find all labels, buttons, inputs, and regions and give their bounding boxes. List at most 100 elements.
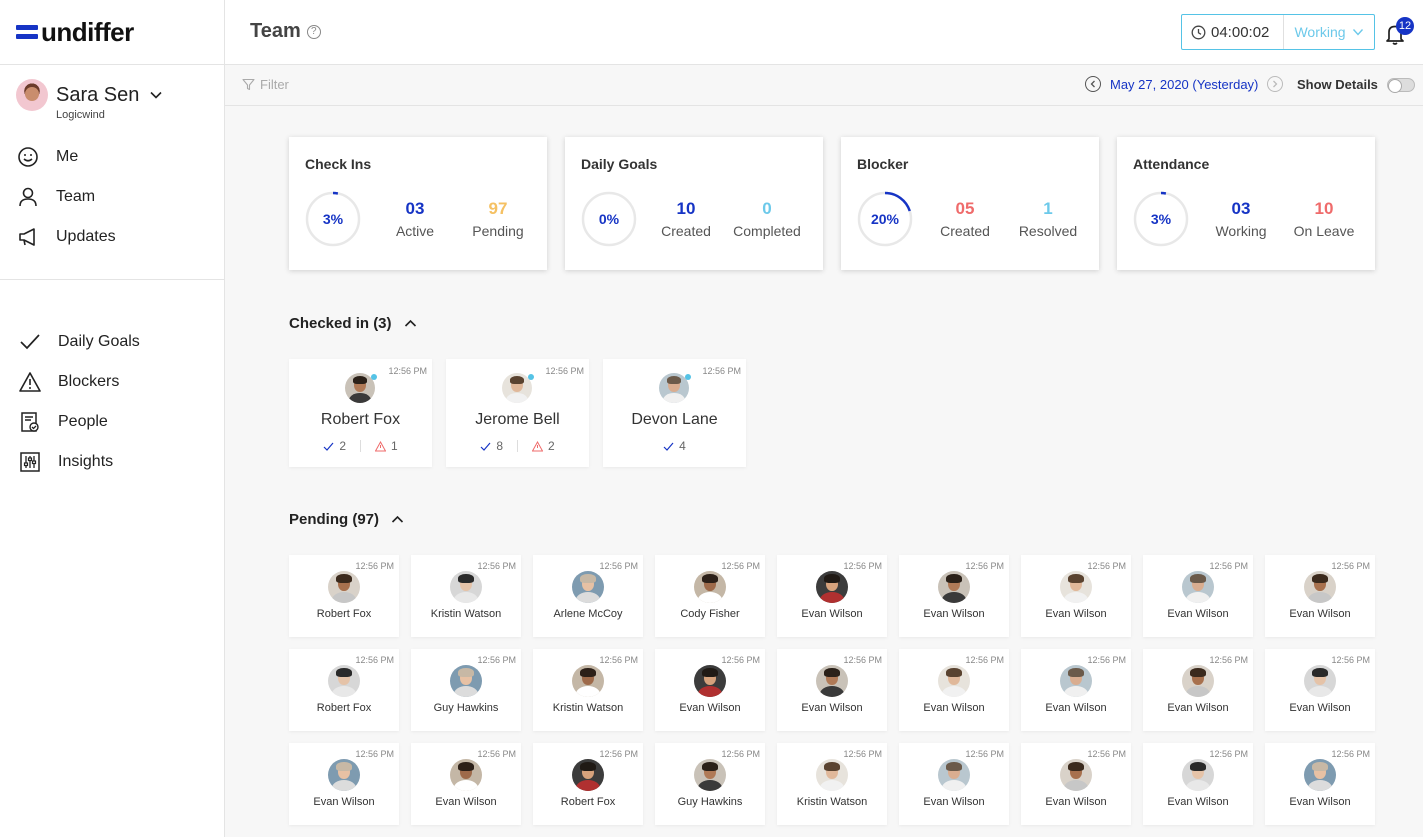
avatar <box>938 571 970 603</box>
stat-card-daily-goals[interactable]: Daily Goals 0% 10 Created 0 Completed <box>565 137 823 270</box>
user-icon <box>16 185 40 209</box>
nav-item-me[interactable]: Me <box>16 137 208 177</box>
nav-item-team[interactable]: Team <box>16 177 208 217</box>
person-name: Evan Wilson <box>1045 796 1107 808</box>
pending-card[interactable]: 12:56 PM Evan Wilson <box>777 649 887 731</box>
person-name: Kristin Watson <box>430 608 502 620</box>
logo[interactable]: undiffer <box>0 0 224 65</box>
blocker-count-text: 1 <box>391 439 398 453</box>
avatar <box>1304 665 1336 697</box>
nav-item-updates[interactable]: Updates <box>16 217 208 257</box>
nav-item-insights[interactable]: Insights <box>18 442 208 482</box>
pending-time: 12:56 PM <box>1087 655 1126 665</box>
profile-switcher[interactable]: Sara Sen <box>16 79 208 111</box>
date-label[interactable]: May 27, 2020 (Yesterday) <box>1110 77 1258 92</box>
pending-card[interactable]: 12:56 PM Evan Wilson <box>1143 743 1253 825</box>
pending-card[interactable]: 12:56 PM Evan Wilson <box>289 743 399 825</box>
pending-card[interactable]: 12:56 PM Evan Wilson <box>1143 555 1253 637</box>
pending-card[interactable]: 12:56 PM Guy Hawkins <box>655 743 765 825</box>
prev-date-button[interactable] <box>1085 76 1101 92</box>
nav-item-daily-goals[interactable]: Daily Goals <box>18 322 208 362</box>
pending-card[interactable]: 12:56 PM Evan Wilson <box>899 743 1009 825</box>
nav-item-blockers[interactable]: Blockers <box>18 362 208 402</box>
check-icon <box>323 442 334 451</box>
clock-icon <box>1191 25 1206 39</box>
check-icon <box>480 442 491 451</box>
pending-card[interactable]: 12:56 PM Evan Wilson <box>411 743 521 825</box>
person-name: Evan Wilson <box>1289 702 1351 714</box>
nav-item-people[interactable]: People <box>18 402 208 442</box>
pending-time: 12:56 PM <box>1209 561 1248 571</box>
pending-card[interactable]: 12:56 PM Evan Wilson <box>899 649 1009 731</box>
pending-card[interactable]: 12:56 PM Robert Fox <box>533 743 643 825</box>
filter-icon <box>242 78 255 91</box>
avatar <box>572 571 604 603</box>
pending-card[interactable]: 12:56 PM Guy Hawkins <box>411 649 521 731</box>
checked-in-card[interactable]: 12:56 PM Robert Fox 2 1 <box>289 359 432 467</box>
checked-in-card[interactable]: 12:56 PM Jerome Bell 8 2 <box>446 359 589 467</box>
pending-card[interactable]: 12:56 PM Kristin Watson <box>777 743 887 825</box>
avatar <box>1182 665 1214 697</box>
help-icon[interactable]: ? <box>306 24 321 39</box>
stat-value: 10 <box>1314 199 1334 218</box>
pending-card[interactable]: 12:56 PM Cody Fisher <box>655 555 765 637</box>
person-name: Kristin Watson <box>796 796 868 808</box>
user-org: Logicwind <box>56 109 105 121</box>
filter-button[interactable]: Filter <box>242 77 289 92</box>
next-date-button[interactable] <box>1267 76 1284 92</box>
stat-card-check-ins[interactable]: Check Ins 3% 03 Active 97 Pending <box>289 137 547 270</box>
show-details-toggle[interactable] <box>1386 77 1415 93</box>
avatar <box>450 665 482 697</box>
goal-count: 4 <box>663 439 686 453</box>
stat-card-blocker[interactable]: Blocker 20% 05 Created 1 Resolved <box>841 137 1099 270</box>
pending-card[interactable]: 12:56 PM Robert Fox <box>289 649 399 731</box>
progress-percent: 3% <box>322 211 344 227</box>
divider <box>360 440 361 452</box>
megaphone-icon <box>16 225 40 249</box>
page-title-text: Team <box>250 20 301 42</box>
stat-label: Resolved <box>1018 223 1078 239</box>
user-name: Sara Sen <box>56 83 140 106</box>
pending-header[interactable]: Pending (97) <box>289 511 404 528</box>
status-dropdown[interactable]: Working <box>1284 24 1374 40</box>
goal-count: 8 <box>480 439 503 453</box>
checkin-time: 12:56 PM <box>545 366 584 376</box>
pending-card[interactable]: 12:56 PM Arlene McCoy <box>533 555 643 637</box>
online-indicator <box>528 374 534 380</box>
stat-value: 10 <box>676 199 696 218</box>
goal-count-text: 2 <box>339 439 346 453</box>
pending-card[interactable]: 12:56 PM Evan Wilson <box>1021 555 1131 637</box>
chevron-up-icon <box>404 319 416 327</box>
smile-icon <box>16 145 40 169</box>
pending-card[interactable]: 12:56 PM Evan Wilson <box>899 555 1009 637</box>
pending-card[interactable]: 12:56 PM Evan Wilson <box>1143 649 1253 731</box>
pending-card[interactable]: 12:56 PM Evan Wilson <box>1265 743 1375 825</box>
pending-card[interactable]: 12:56 PM Evan Wilson <box>655 649 765 731</box>
pending-card[interactable]: 12:56 PM Kristin Watson <box>411 555 521 637</box>
avatar <box>1304 759 1336 791</box>
nav-label: Insights <box>58 453 114 470</box>
avatar <box>816 571 848 603</box>
pending-card[interactable]: 12:56 PM Evan Wilson <box>1265 649 1375 731</box>
timer-display: 04:00:02 <box>1182 15 1284 49</box>
pending-card[interactable]: 12:56 PM Evan Wilson <box>1021 649 1131 731</box>
timer-text: 04:00:02 <box>1211 23 1270 41</box>
pending-card[interactable]: 12:56 PM Kristin Watson <box>533 649 643 731</box>
nav-label: Updates <box>56 228 116 245</box>
logo-text: undiffer <box>41 16 134 47</box>
checked-in-card[interactable]: 12:56 PM Devon Lane 4 <box>603 359 746 467</box>
warning-icon <box>18 370 42 394</box>
filter-label: Filter <box>260 77 289 92</box>
pending-card[interactable]: 12:56 PM Robert Fox <box>289 555 399 637</box>
person-name: Evan Wilson <box>1045 702 1107 714</box>
check-icon <box>663 442 674 451</box>
section-title-text: Pending (97) <box>289 511 380 528</box>
pending-card[interactable]: 12:56 PM Evan Wilson <box>1021 743 1131 825</box>
pending-card[interactable]: 12:56 PM Evan Wilson <box>1265 555 1375 637</box>
stat-card-attendance[interactable]: Attendance 3% 03 Working 10 On Leave <box>1117 137 1375 270</box>
pending-card[interactable]: 12:56 PM Evan Wilson <box>777 555 887 637</box>
checked-in-header[interactable]: Checked in (3) <box>289 315 417 332</box>
progress-percent: 3% <box>1150 211 1172 227</box>
pending-time: 12:56 PM <box>355 561 394 571</box>
people-doc-icon <box>18 410 42 434</box>
